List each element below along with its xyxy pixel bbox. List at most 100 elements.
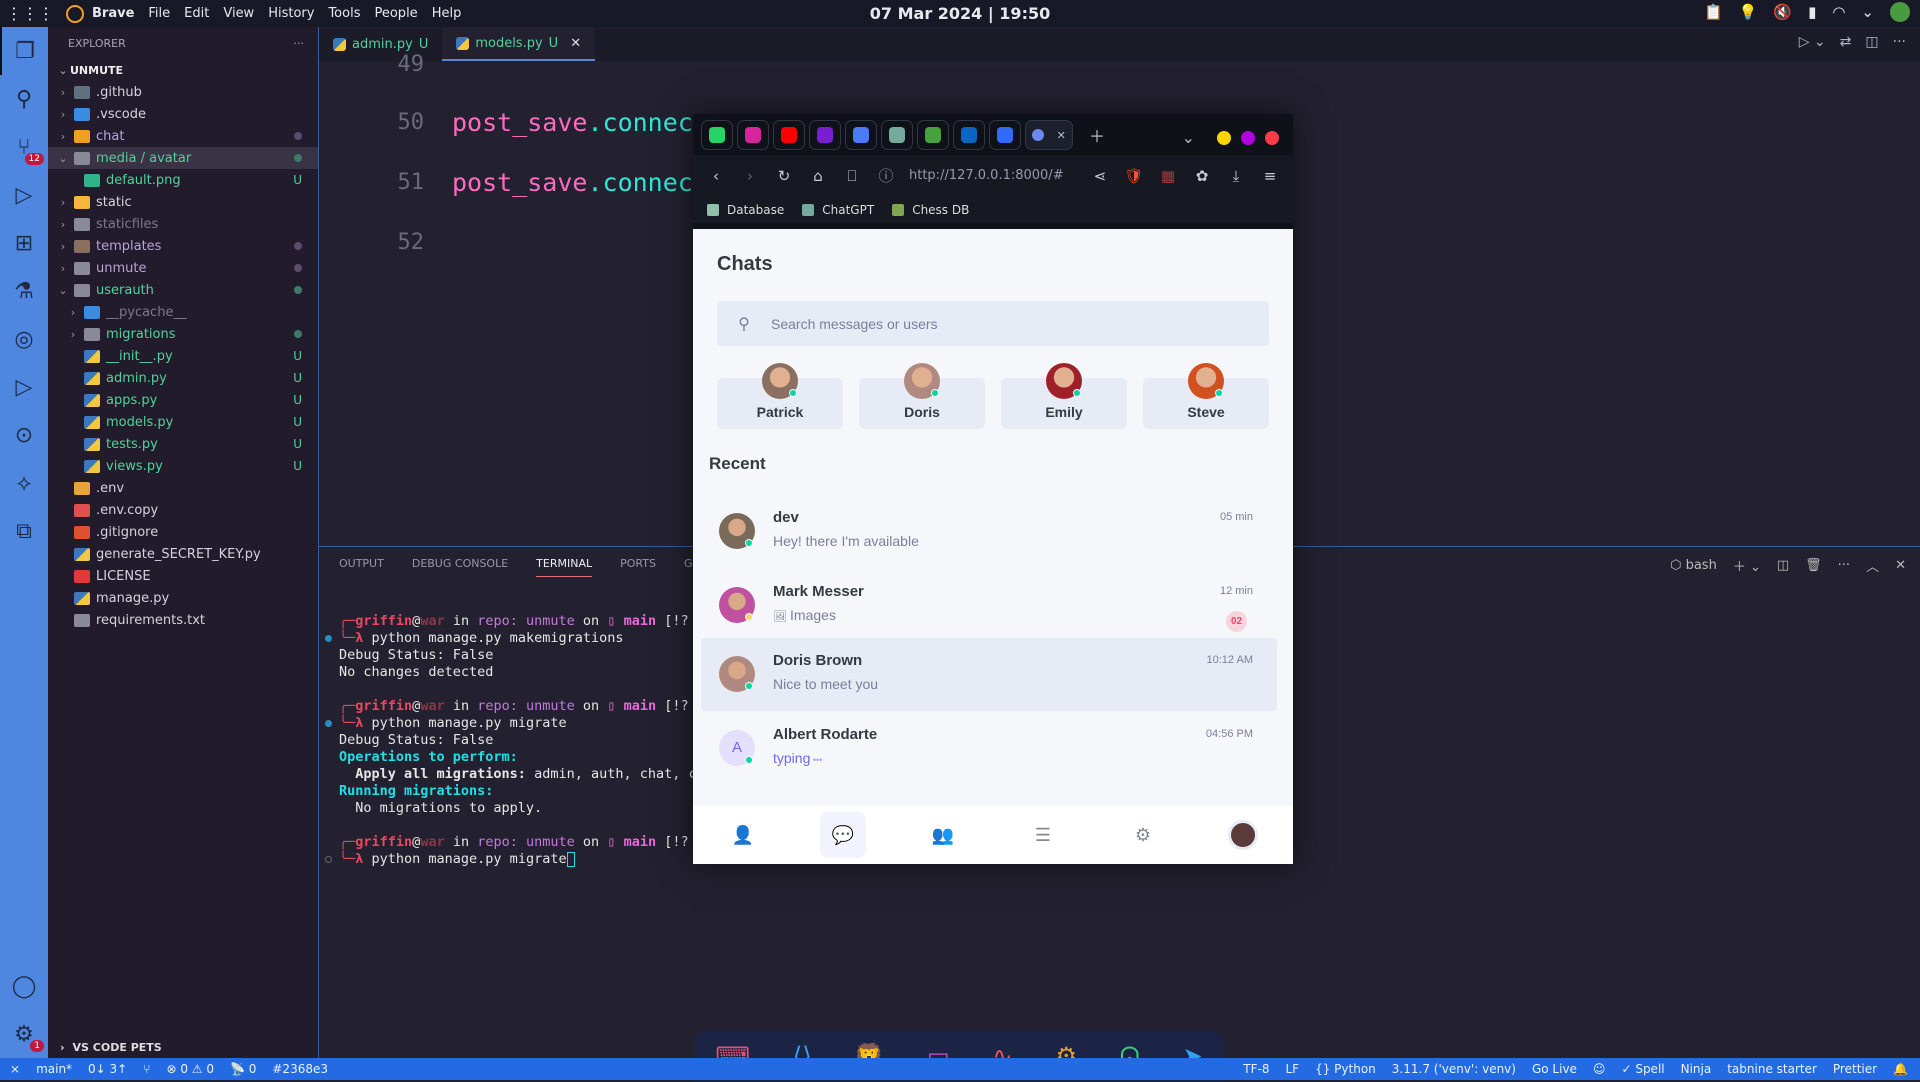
share-icon[interactable]: ⋖ (1083, 167, 1117, 185)
chats-nav-icon[interactable]: 💬 (820, 812, 866, 858)
source-control-icon[interactable]: ⑂ 12 (0, 123, 48, 171)
status-item[interactable]: ✓ Spell (1621, 1062, 1664, 1076)
search-box[interactable]: ⚲ Search messages or users (717, 301, 1269, 346)
tree-item[interactable]: .gitignore (48, 521, 318, 543)
status-feedback-icon[interactable]: ☺ (1593, 1062, 1606, 1076)
maximize-panel-icon[interactable]: ︿ (1866, 556, 1879, 575)
status-item[interactable]: Go Live (1532, 1062, 1577, 1076)
remote-icon[interactable]: ▷ (0, 363, 48, 411)
app-grid-icon[interactable]: ⋮⋮⋮ (6, 4, 54, 23)
lightbulb-icon[interactable]: 💡 (1739, 3, 1758, 21)
tree-item[interactable]: › static (48, 191, 318, 213)
tree-item[interactable]: __init__.py U (48, 345, 318, 367)
new-tab-icon[interactable]: ＋ (1089, 123, 1105, 147)
tree-item[interactable]: ⌄ userauth (48, 279, 318, 301)
menu-people[interactable]: People (374, 6, 417, 21)
settings-gear-icon[interactable]: ⚙ 1 (0, 1010, 48, 1058)
status-problems[interactable]: ⊗ 0 ⚠ 0 (166, 1062, 214, 1076)
clipboard-icon[interactable]: 📋 (1704, 3, 1723, 21)
vscode-pets-section[interactable]: › VS CODE PETS (48, 1036, 319, 1058)
tree-item[interactable]: ⌄ media / avatar (48, 147, 318, 169)
tree-item[interactable]: › .vscode (48, 103, 318, 125)
pinned-tab-slides[interactable] (809, 120, 841, 150)
search-icon[interactable]: ⚲ (0, 75, 48, 123)
status-item[interactable]: Prettier (1833, 1062, 1877, 1076)
address-bar[interactable]: http://127.0.0.1:8000/# (909, 168, 1064, 183)
tabnine-icon[interactable]: ⟡ (0, 459, 48, 507)
tree-item[interactable]: models.py U (48, 411, 318, 433)
menu-view[interactable]: View (223, 6, 254, 21)
extension-icon[interactable]: ▦ (1151, 167, 1185, 185)
tree-item[interactable]: requirements.txt (48, 609, 318, 631)
maximize-window-button[interactable] (1241, 130, 1255, 145)
search-input[interactable]: Search messages or users (771, 316, 938, 332)
pinned-tab-gemini[interactable] (845, 120, 877, 150)
status-item[interactable]: {} Python (1315, 1062, 1376, 1076)
user-avatar[interactable] (1890, 2, 1910, 22)
status-item[interactable]: TF-8 (1243, 1062, 1269, 1076)
run-icon[interactable]: ▷ ⌄ (1799, 34, 1826, 50)
more-icon[interactable]: ··· (1893, 34, 1906, 50)
status-ports[interactable]: 📡 0 (230, 1062, 256, 1076)
close-window-button[interactable] (1265, 130, 1279, 145)
tree-item[interactable]: › templates (48, 235, 318, 257)
panel-tab-debug-console[interactable]: DEBUG CONSOLE (412, 557, 508, 577)
site-info-icon[interactable]: ⓘ (869, 165, 903, 186)
bookmark-chess-db[interactable]: Chess DB (892, 203, 969, 217)
status-item[interactable]: tabnine starter (1727, 1062, 1817, 1076)
minimize-window-button[interactable] (1217, 130, 1231, 145)
tree-item[interactable]: › staticfiles (48, 213, 318, 235)
new-terminal-icon[interactable]: ＋ ⌄ (1733, 556, 1761, 575)
bookmark-database[interactable]: Database (707, 203, 784, 217)
bookmark-chatgpt[interactable]: ChatGPT (802, 203, 874, 217)
status-item[interactable]: LF (1286, 1062, 1300, 1076)
explorer-more-button[interactable]: ··· (294, 37, 305, 50)
chat-list-item[interactable]: Mark Messer 🖼 Images 12 min 02 (701, 569, 1277, 642)
brave-shields-icon[interactable]: 🛡 (1117, 167, 1151, 185)
pinned-tab-youtube[interactable] (773, 120, 805, 150)
home-icon[interactable]: ⌂ (801, 167, 835, 185)
trash-icon[interactable]: 🗑 (1805, 558, 1822, 573)
explorer-icon[interactable]: ❐ (0, 27, 48, 75)
tree-item[interactable]: › migrations (48, 323, 318, 345)
chat-list-item[interactable]: A Albert Rodarte typing ••• 04:56 PM (701, 712, 1277, 785)
active-tab[interactable]: ✕ (1025, 120, 1073, 150)
status-color-picker[interactable]: #2368e3 (272, 1062, 328, 1076)
more-icon[interactable]: ··· (1838, 558, 1850, 573)
pinned-tab-linkedin[interactable] (953, 120, 985, 150)
tree-item[interactable]: views.py U (48, 455, 318, 477)
split-terminal-icon[interactable]: ◫ (1777, 558, 1789, 573)
pinned-tab-messenger[interactable] (989, 120, 1021, 150)
menu-icon[interactable]: ≡ (1253, 167, 1287, 185)
compare-icon[interactable]: ⇄ (1840, 34, 1852, 50)
pinned-tab-instagram[interactable] (737, 120, 769, 150)
panel-tab-output[interactable]: OUTPUT (339, 557, 384, 577)
tree-item[interactable]: › chat (48, 125, 318, 147)
bookmark-icon[interactable]: ⎕ (835, 167, 869, 185)
user-avatar[interactable] (1220, 812, 1266, 858)
tree-item[interactable]: manage.py (48, 587, 318, 609)
terminal-output[interactable]: ╭─griffin@war in repo: unmute on ▯ main … (325, 613, 697, 868)
status-git-graph-icon[interactable]: ⑂ (143, 1062, 150, 1076)
download-icon[interactable]: ⤓ (1219, 167, 1253, 185)
close-panel-icon[interactable]: ✕ (1895, 558, 1906, 573)
status-item[interactable]: 3.11.7 ('venv': venv) (1392, 1062, 1516, 1076)
close-tab-icon[interactable]: ✕ (1057, 129, 1066, 142)
chat-list-item[interactable]: dev Hey! there I'm available 05 min (701, 495, 1277, 568)
account-icon[interactable]: ◯ (0, 962, 48, 1010)
tree-item[interactable]: apps.py U (48, 389, 318, 411)
close-icon[interactable]: ✕ (570, 36, 581, 51)
testing-icon[interactable]: ⚗ (0, 267, 48, 315)
tree-item[interactable]: generate_SECRET_KEY.py (48, 543, 318, 565)
status-git-branch[interactable]: main* (36, 1062, 72, 1076)
pinned-tab-overleaf[interactable] (917, 120, 949, 150)
run-debug-icon[interactable]: ▷ (0, 171, 48, 219)
status-sync-status[interactable]: 0↓ 3↑ (88, 1062, 127, 1076)
notifications-bell-icon[interactable]: 🔔 (1893, 1062, 1908, 1076)
menu-file[interactable]: File (148, 6, 170, 21)
tree-item[interactable]: .env (48, 477, 318, 499)
volume-muted-icon[interactable]: 🔇 (1773, 3, 1792, 21)
split-editor-icon[interactable]: ◫ (1865, 34, 1878, 50)
menu-edit[interactable]: Edit (184, 6, 209, 21)
menu-tools[interactable]: Tools (328, 6, 360, 21)
